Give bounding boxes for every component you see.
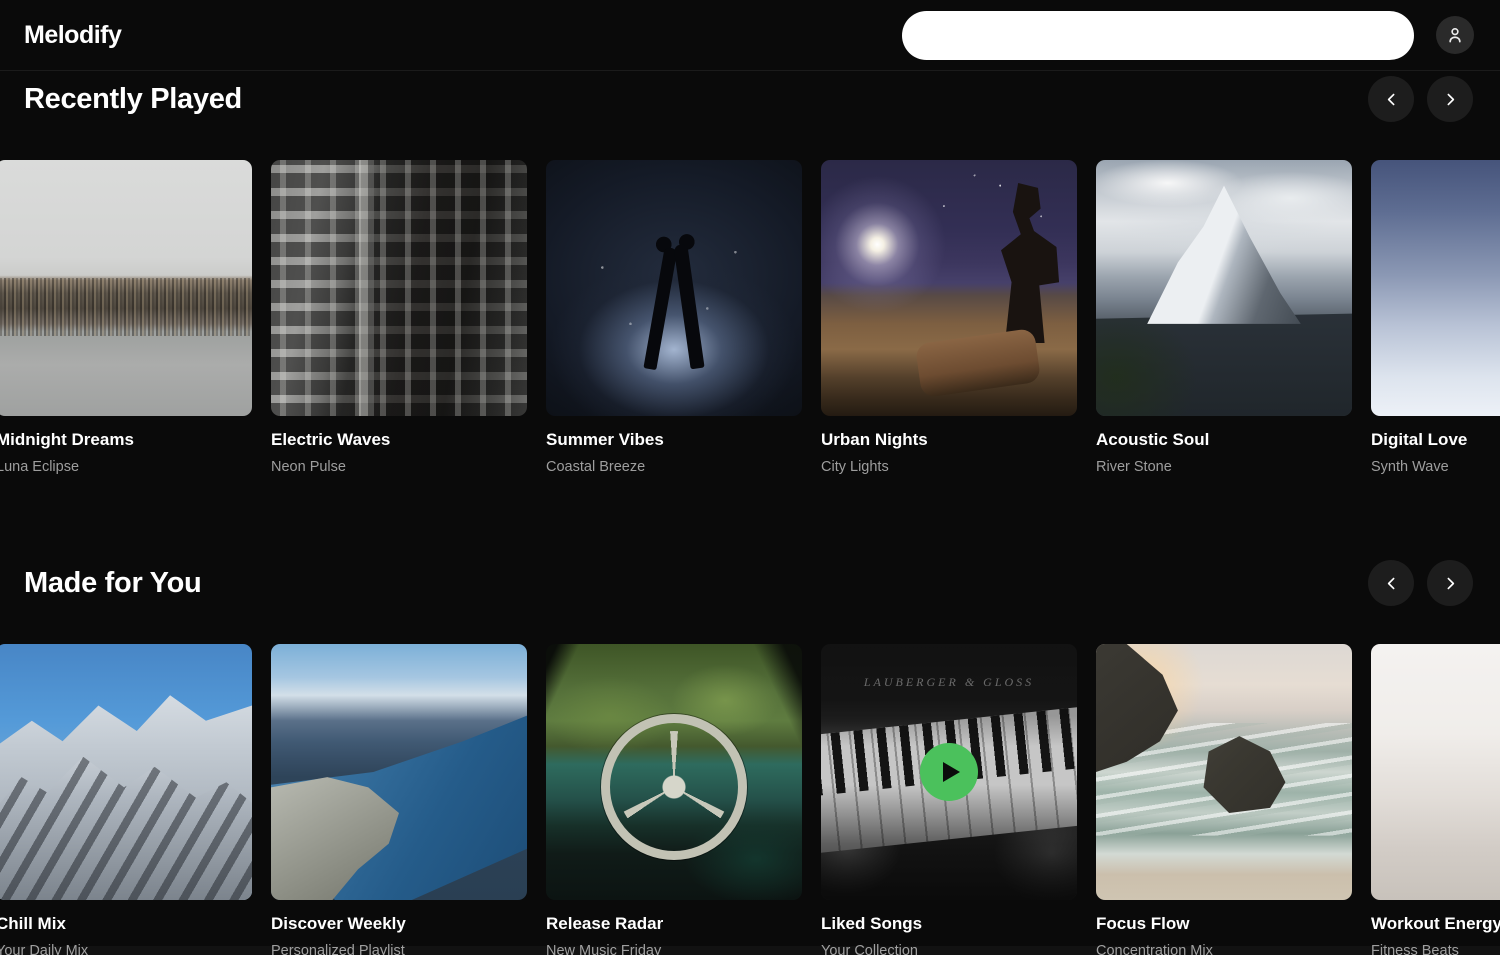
user-icon [1445, 25, 1465, 45]
header-actions [902, 11, 1474, 60]
album-art [1096, 644, 1352, 900]
chevron-left-icon [1383, 575, 1400, 592]
album-art [1371, 644, 1500, 900]
playlist-card[interactable]: Focus Flow Concentration Mix [1096, 644, 1352, 955]
profile-button[interactable] [1436, 16, 1474, 54]
section-title: Recently Played [24, 84, 242, 115]
album-art [546, 160, 802, 416]
card-title: Summer Vibes [546, 429, 802, 451]
scroll-prev-button[interactable] [1368, 76, 1414, 122]
card-title: Urban Nights [821, 429, 1077, 451]
section-title: Made for You [24, 568, 201, 599]
carousel-controls [1368, 560, 1473, 606]
card-title: Midnight Dreams [0, 429, 252, 451]
card-title: Chill Mix [0, 913, 252, 935]
playlist-card[interactable]: LAUBERGER & GLOSS Liked Songs Your Colle… [821, 644, 1077, 955]
carousel-controls [1368, 76, 1473, 122]
playlist-card[interactable]: Workout Energy Fitness Beats [1371, 644, 1500, 955]
card-carousel: Midnight Dreams Luna Eclipse Electric Wa… [0, 160, 1500, 477]
card-title: Acoustic Soul [1096, 429, 1352, 451]
album-art-text: LAUBERGER & GLOSS [821, 675, 1077, 690]
card-subtitle: Luna Eclipse [0, 458, 252, 477]
main-content: Recently Played Midnight Dreams Luna Ecl… [0, 71, 1500, 955]
card-subtitle: Neon Pulse [271, 458, 527, 477]
card-subtitle: Synth Wave [1371, 458, 1500, 477]
playlist-card[interactable]: Summer Vibes Coastal Breeze [546, 160, 802, 477]
section: Recently Played Midnight Dreams Luna Ecl… [0, 71, 1500, 477]
playlist-card[interactable]: Chill Mix Your Daily Mix [0, 644, 252, 955]
chevron-right-icon [1442, 575, 1459, 592]
section-header: Recently Played [0, 76, 1500, 122]
playlist-card[interactable]: Discover Weekly Personalized Playlist [271, 644, 527, 955]
playlist-card[interactable]: Release Radar New Music Friday [546, 644, 802, 955]
album-art: LAUBERGER & GLOSS [821, 644, 1077, 900]
scroll-prev-button[interactable] [1368, 560, 1414, 606]
chevron-left-icon [1383, 91, 1400, 108]
playlist-card[interactable]: Digital Love Synth Wave [1371, 160, 1500, 477]
card-title: Release Radar [546, 913, 802, 935]
search-input[interactable] [902, 11, 1414, 60]
album-art [546, 644, 802, 900]
scroll-next-button[interactable] [1427, 560, 1473, 606]
card-subtitle: City Lights [821, 458, 1077, 477]
album-art [271, 644, 527, 900]
play-button[interactable] [920, 743, 978, 801]
card-subtitle: Coastal Breeze [546, 458, 802, 477]
chevron-right-icon [1442, 91, 1459, 108]
album-art [1371, 160, 1500, 416]
card-carousel: Chill Mix Your Daily Mix Discover Weekly… [0, 644, 1500, 955]
album-art [821, 160, 1077, 416]
playlist-card[interactable]: Acoustic Soul River Stone [1096, 160, 1352, 477]
app-header: Melodify [0, 0, 1500, 71]
album-art [0, 644, 252, 900]
album-art [0, 160, 252, 416]
album-art [1096, 160, 1352, 416]
card-title: Liked Songs [821, 913, 1077, 935]
playlist-card[interactable]: Electric Waves Neon Pulse [271, 160, 527, 477]
scroll-next-button[interactable] [1427, 76, 1473, 122]
app-logo: Melodify [24, 21, 121, 50]
section: Made for You Chill Mix Your Daily Mix Di… [0, 560, 1500, 955]
playlist-card[interactable]: Urban Nights City Lights [821, 160, 1077, 477]
card-title: Digital Love [1371, 429, 1500, 451]
playlist-card[interactable]: Midnight Dreams Luna Eclipse [0, 160, 252, 477]
card-title: Focus Flow [1096, 913, 1352, 935]
card-title: Workout Energy [1371, 913, 1500, 935]
card-subtitle: River Stone [1096, 458, 1352, 477]
section-header: Made for You [0, 560, 1500, 606]
album-art [271, 160, 527, 416]
bottom-divider [0, 946, 1500, 955]
card-title: Discover Weekly [271, 913, 527, 935]
card-title: Electric Waves [271, 429, 527, 451]
play-icon [943, 762, 960, 782]
